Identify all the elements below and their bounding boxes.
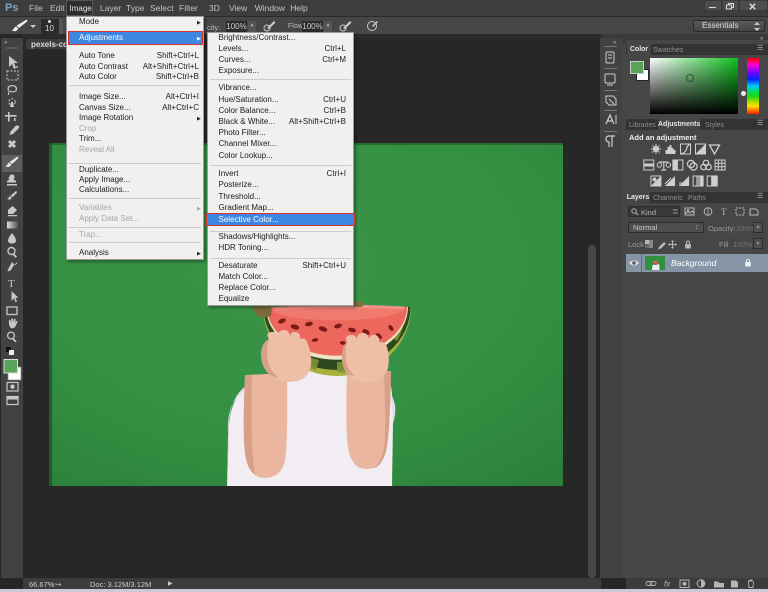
svg-text:T: T xyxy=(721,207,727,217)
svg-text:T: T xyxy=(8,278,15,290)
svg-text:»: » xyxy=(4,40,8,46)
svg-text:fx: fx xyxy=(664,580,671,589)
svg-text:»: » xyxy=(613,40,617,46)
